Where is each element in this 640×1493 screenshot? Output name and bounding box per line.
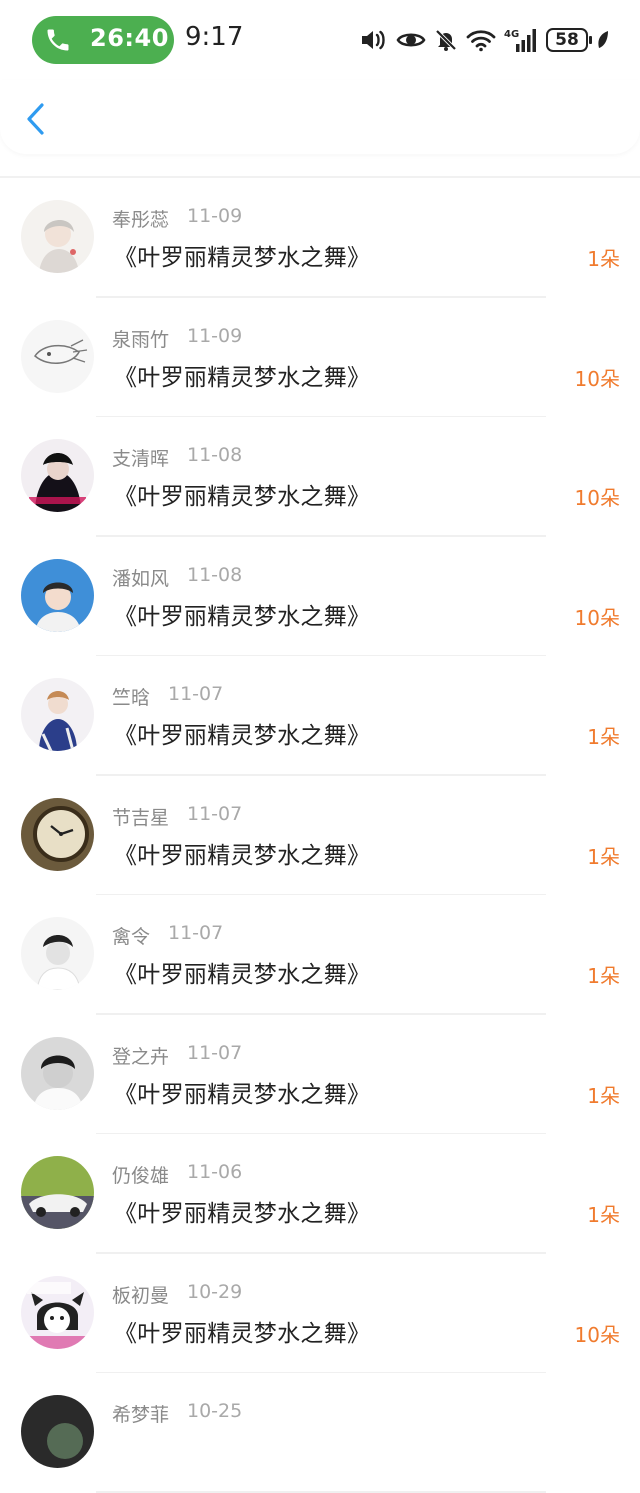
bell-muted-icon xyxy=(435,29,457,51)
list-item[interactable]: 希梦菲 10-25 xyxy=(0,1373,640,1493)
user-name: 奉彤蕊 xyxy=(112,209,170,231)
gift-date: 11-07 xyxy=(168,683,224,705)
cellular-signal-icon: 4G xyxy=(504,29,536,52)
user-name: 泉雨竹 xyxy=(112,328,170,351)
flower-count: 1朵 xyxy=(587,1203,620,1227)
book-title: 《叶罗丽精灵梦水之舞》 xyxy=(114,842,371,869)
list-item[interactable]: 奉彤蕊 11-09 《叶罗丽精灵梦水之舞》 1朵 xyxy=(0,178,640,298)
gift-date: 11-08 xyxy=(187,444,243,466)
flower-count: 1朵 xyxy=(587,964,620,988)
gift-date: 10-25 xyxy=(187,1400,243,1422)
status-bar: 26:40 9:17 4G 58 xyxy=(0,0,640,80)
avatar[interactable] xyxy=(21,1275,94,1349)
flower-count: 10朵 xyxy=(574,1322,620,1347)
book-title: 《叶罗丽精灵梦水之舞》 xyxy=(114,484,371,510)
user-name: 希梦菲 xyxy=(112,1404,170,1426)
flower-count: 10朵 xyxy=(574,366,620,391)
top-nav-bar xyxy=(0,80,640,154)
phone-icon xyxy=(47,29,69,51)
book-title: 《叶罗丽精灵梦水之舞》 xyxy=(114,603,371,630)
battery-icon: 58 xyxy=(546,28,592,52)
user-name: 竺晗 xyxy=(112,687,151,709)
user-name: 支清晖 xyxy=(112,448,170,470)
gift-date: 11-07 xyxy=(187,1041,243,1064)
book-title: 《叶罗丽精灵梦水之舞》 xyxy=(114,962,371,988)
avatar[interactable] xyxy=(21,797,94,871)
ongoing-call-pill[interactable]: 26:40 xyxy=(32,16,174,64)
leaf-icon xyxy=(598,31,608,48)
wifi-icon xyxy=(466,30,496,52)
user-name: 禽令 xyxy=(112,926,151,948)
list-item[interactable]: 板初曼 10-29 《叶罗丽精灵梦水之舞》 10朵 xyxy=(0,1254,640,1373)
list-item[interactable]: 登之卉 11-07 《叶罗丽精灵梦水之舞》 1朵 xyxy=(0,1015,640,1134)
avatar[interactable] xyxy=(21,200,94,273)
list-item[interactable]: 仍俊雄 11-06 《叶罗丽精灵梦水之舞》 1朵 xyxy=(0,1134,640,1254)
list-item[interactable]: 竺晗 11-07 《叶罗丽精灵梦水之舞》 1朵 xyxy=(0,656,640,776)
system-icons: 4G 58 xyxy=(360,24,610,56)
list-item[interactable]: 节吉星 11-07 《叶罗丽精灵梦水之舞》 1朵 xyxy=(0,776,640,895)
flower-count: 1朵 xyxy=(587,1083,620,1108)
flower-count: 1朵 xyxy=(587,247,620,271)
row-divider xyxy=(96,1491,546,1493)
gift-date: 11-09 xyxy=(187,205,243,227)
avatar[interactable] xyxy=(21,1395,94,1468)
gift-date: 11-07 xyxy=(187,802,243,825)
list-item[interactable]: 支清晖 11-08 《叶罗丽精灵梦水之舞》 10朵 xyxy=(0,417,640,537)
flower-count: 1朵 xyxy=(587,725,620,749)
user-name: 板初曼 xyxy=(112,1284,170,1307)
avatar[interactable] xyxy=(21,678,94,751)
book-title: 《叶罗丽精灵梦水之舞》 xyxy=(114,1201,371,1227)
user-name: 登之卉 xyxy=(112,1045,170,1068)
avatar[interactable] xyxy=(21,1036,94,1110)
book-title: 《叶罗丽精灵梦水之舞》 xyxy=(114,723,371,749)
book-title: 《叶罗丽精灵梦水之舞》 xyxy=(114,1320,371,1347)
call-timer: 26:40 xyxy=(90,24,169,52)
book-title: 《叶罗丽精灵梦水之舞》 xyxy=(114,364,371,391)
user-name: 仍俊雄 xyxy=(112,1165,170,1187)
gift-date: 11-09 xyxy=(187,324,243,347)
gift-date: 11-08 xyxy=(187,563,243,586)
network-type-label: 4G xyxy=(504,29,519,40)
eye-icon xyxy=(396,33,426,47)
gift-record-list: 奉彤蕊 11-09 《叶罗丽精灵梦水之舞》 1朵 泉雨竹 11-09 《叶罗丽精灵梦水之舞》… xyxy=(0,178,640,1493)
list-item[interactable]: 泉雨竹 11-09 《叶罗丽精灵梦水之舞》 10朵 xyxy=(0,298,640,417)
flower-count: 10朵 xyxy=(574,605,620,630)
gift-date: 10-29 xyxy=(187,1280,243,1303)
gift-date: 11-07 xyxy=(168,922,224,944)
avatar[interactable] xyxy=(21,439,94,512)
avatar[interactable] xyxy=(21,558,94,632)
avatar[interactable] xyxy=(21,917,94,990)
book-title: 《叶罗丽精灵梦水之舞》 xyxy=(114,245,371,271)
status-clock: 9:17 xyxy=(185,22,244,52)
gift-date: 11-06 xyxy=(187,1161,243,1183)
avatar[interactable] xyxy=(21,319,94,393)
speaker-icon xyxy=(362,30,385,50)
flower-count: 1朵 xyxy=(587,844,620,869)
flower-count: 10朵 xyxy=(574,486,620,510)
book-title: 《叶罗丽精灵梦水之舞》 xyxy=(114,1081,371,1108)
user-name: 节吉星 xyxy=(112,806,170,829)
back-chevron-icon[interactable] xyxy=(22,102,52,136)
list-item[interactable]: 禽令 11-07 《叶罗丽精灵梦水之舞》 1朵 xyxy=(0,895,640,1015)
list-item[interactable]: 潘如风 11-08 《叶罗丽精灵梦水之舞》 10朵 xyxy=(0,537,640,656)
avatar[interactable] xyxy=(21,1156,94,1229)
user-name: 潘如风 xyxy=(112,567,170,590)
